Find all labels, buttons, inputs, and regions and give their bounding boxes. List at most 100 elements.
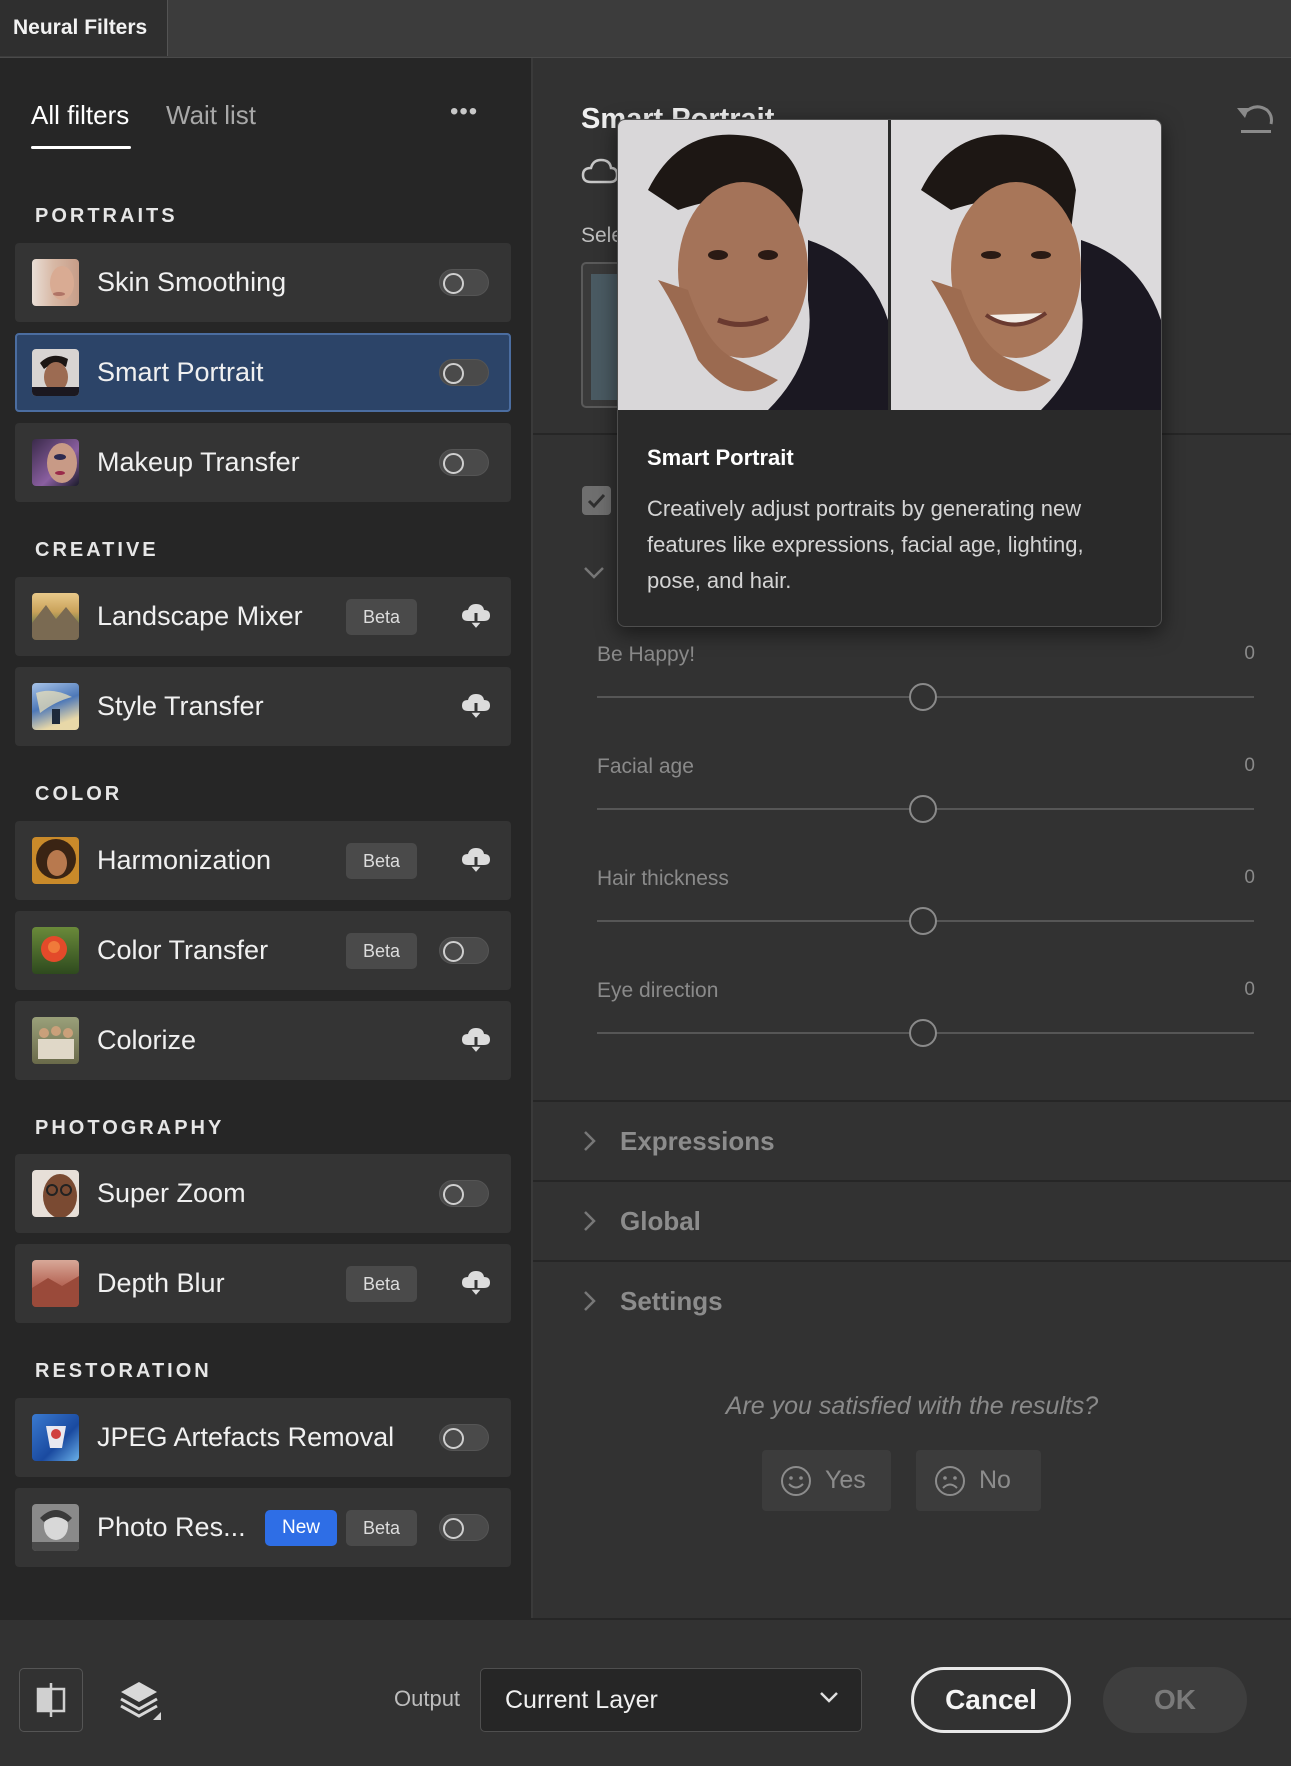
survey-question: Are you satisfied with the results?	[725, 1392, 1099, 1420]
filter-depth-blur[interactable]: Depth Blur Beta	[15, 1244, 511, 1323]
filter-skin-smoothing[interactable]: Skin Smoothing	[15, 243, 511, 322]
compare-view-button[interactable]	[19, 1668, 83, 1732]
filter-photo-restoration[interactable]: Photo Res... New Beta	[15, 1488, 511, 1567]
tab-all-filters[interactable]: All filters	[31, 100, 129, 131]
layers-button[interactable]	[107, 1668, 171, 1732]
filter-label: Super Zoom	[97, 1178, 246, 1208]
output-label: Output	[394, 1686, 461, 1711]
tab-wait-list[interactable]: Wait list	[166, 100, 256, 131]
accordion-settings[interactable]: Settings	[533, 1262, 1291, 1340]
slider-label-be-happy: Be Happy!	[597, 643, 696, 666]
cancel-button[interactable]: Cancel	[911, 1667, 1071, 1733]
photo-restoration-toggle[interactable]	[439, 1514, 489, 1541]
makeup-transfer-toggle[interactable]	[439, 449, 489, 476]
no-label: No	[979, 1466, 1011, 1494]
filter-label: Depth Blur	[97, 1268, 225, 1298]
filter-label: Smart Portrait	[97, 357, 264, 387]
ok-button[interactable]: OK	[1103, 1667, 1247, 1733]
reset-icon[interactable]	[1235, 100, 1275, 136]
cloud-icon	[581, 158, 619, 184]
slider-value-be-happy: 0	[1244, 643, 1255, 664]
section-creative: CREATIVE	[35, 539, 159, 561]
accordion-expressions[interactable]: Expressions	[533, 1102, 1291, 1180]
beta-badge: Beta	[346, 1510, 418, 1546]
accordion-label: Expressions	[620, 1126, 775, 1156]
cloud-download-icon[interactable]	[459, 599, 493, 633]
filter-style-transfer[interactable]: Style Transfer	[15, 667, 511, 746]
output-select[interactable]: Current Layer	[480, 1668, 862, 1732]
skin-smoothing-thumbnail	[32, 259, 79, 306]
slider-value-hair-thickness: 0	[1244, 867, 1255, 888]
harmonization-thumbnail	[32, 837, 79, 884]
section-photography: PHOTOGRAPHY	[35, 1117, 225, 1139]
output-value: Current Layer	[505, 1686, 658, 1714]
smart-portrait-toggle[interactable]	[439, 359, 489, 386]
cloud-download-icon[interactable]	[459, 843, 493, 877]
smart-portrait-thumbnail	[32, 349, 79, 396]
depth-blur-thumbnail	[32, 1260, 79, 1307]
window-tab-bar: Neural Filters	[0, 0, 1291, 58]
color-transfer-toggle[interactable]	[439, 937, 489, 964]
photo-restoration-thumbnail	[32, 1504, 79, 1551]
filter-smart-portrait[interactable]: Smart Portrait	[15, 333, 511, 412]
filter-label: JPEG Artefacts Removal	[97, 1422, 395, 1452]
super-zoom-toggle[interactable]	[439, 1180, 489, 1207]
filter-harmonization[interactable]: Harmonization Beta	[15, 821, 511, 900]
slider-label-hair-thickness: Hair thickness	[597, 867, 729, 890]
slider-value-eye-direction: 0	[1244, 979, 1255, 1000]
jpeg-artefacts-thumbnail	[32, 1414, 79, 1461]
more-options-button[interactable]: •••	[450, 98, 478, 126]
chevron-right-icon	[584, 1211, 596, 1231]
jpeg-artefacts-toggle[interactable]	[439, 1424, 489, 1451]
filter-label: Style Transfer	[97, 691, 264, 721]
cloud-download-icon[interactable]	[459, 1023, 493, 1057]
popup-description: Creatively adjust portraits by generatin…	[647, 496, 1084, 593]
filter-info-popup: Smart Portrait Creatively adjust portrai…	[617, 119, 1162, 627]
accordion-label: Settings	[620, 1286, 723, 1316]
chevron-right-icon	[584, 1291, 596, 1311]
color-transfer-thumbnail	[32, 927, 79, 974]
yes-button[interactable]: Yes	[762, 1450, 891, 1511]
after-image	[891, 120, 1161, 410]
enable-checkbox[interactable]	[582, 486, 611, 515]
filter-label: Makeup Transfer	[97, 447, 300, 477]
chevron-down-icon	[820, 1692, 838, 1703]
accordion-global[interactable]: Global	[533, 1182, 1291, 1260]
filter-label: Photo Res...	[97, 1512, 246, 1542]
slider-handle-hair-thickness[interactable]	[909, 907, 937, 935]
new-badge: New	[265, 1510, 338, 1546]
filter-makeup-transfer[interactable]: Makeup Transfer	[15, 423, 511, 502]
makeup-transfer-thumbnail	[32, 439, 79, 486]
slider-value-facial-age: 0	[1244, 755, 1255, 776]
slider-label-facial-age: Facial age	[597, 755, 694, 778]
bottom-bar: Output Current Layer Cancel OK	[0, 1618, 1291, 1766]
section-restoration: RESTORATION	[35, 1360, 212, 1382]
section-color: COLOR	[35, 783, 123, 805]
cloud-download-icon[interactable]	[459, 1266, 493, 1300]
cloud-download-icon[interactable]	[459, 689, 493, 723]
slider-handle-be-happy[interactable]	[909, 683, 937, 711]
filter-color-transfer[interactable]: Color Transfer Beta	[15, 911, 511, 990]
before-image	[618, 120, 888, 410]
filter-label: Colorize	[97, 1025, 197, 1055]
split-view-icon	[36, 1683, 66, 1717]
filter-jpeg-artefacts-removal[interactable]: JPEG Artefacts Removal	[15, 1398, 511, 1477]
neural-filters-tab[interactable]: Neural Filters	[0, 0, 168, 56]
chevron-right-icon	[584, 1131, 596, 1151]
beta-badge: Beta	[346, 1266, 418, 1302]
no-button[interactable]: No	[916, 1450, 1041, 1511]
filter-colorize[interactable]: Colorize	[15, 1001, 511, 1080]
filter-super-zoom[interactable]: Super Zoom	[15, 1154, 511, 1233]
style-transfer-thumbnail	[32, 683, 79, 730]
chevron-down-icon[interactable]	[583, 566, 605, 580]
sad-face-icon	[935, 1466, 965, 1496]
slider-handle-facial-age[interactable]	[909, 795, 937, 823]
beta-badge: Beta	[346, 843, 418, 879]
filter-label: Harmonization	[97, 845, 272, 875]
skin-smoothing-toggle[interactable]	[439, 269, 489, 296]
filter-landscape-mixer[interactable]: Landscape Mixer Beta	[15, 577, 511, 656]
filters-panel: All filters Wait list ••• PORTRAITS Skin…	[0, 58, 533, 1618]
slider-handle-eye-direction[interactable]	[909, 1019, 937, 1047]
popup-title: Smart Portrait	[647, 445, 794, 470]
beta-badge: Beta	[346, 933, 418, 969]
